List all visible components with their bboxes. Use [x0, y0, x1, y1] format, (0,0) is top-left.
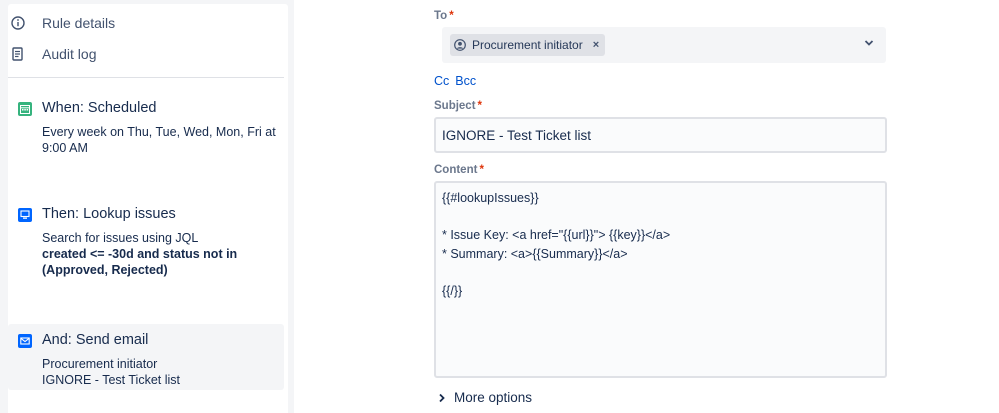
to-recipients-select[interactable]: Procurement initiator × — [442, 27, 886, 63]
sidebar: Rule details Audit log When: Scheduled E… — [0, 0, 294, 413]
rule-step-trigger[interactable]: When: Scheduled Every week on Thu, Tue, … — [8, 92, 284, 162]
subject-input[interactable] — [434, 117, 887, 153]
email-icon — [18, 334, 32, 348]
content-label: Content * — [434, 164, 484, 176]
user-icon — [454, 39, 466, 51]
recipient-chip-label: Procurement initiator — [472, 38, 583, 52]
rule-step-recipient: Procurement initiator — [42, 357, 158, 371]
to-label: To * — [434, 10, 454, 22]
document-icon — [10, 46, 26, 62]
required-mark: * — [477, 100, 483, 112]
bcc-link[interactable]: Bcc — [455, 74, 476, 88]
rule-step-subject: IGNORE - Test Ticket list — [42, 373, 180, 387]
nav-divider — [8, 77, 284, 78]
rule-step-lookup-issues[interactable]: Then: Lookup issues Search for issues us… — [8, 198, 284, 284]
recipient-chip: Procurement initiator × — [450, 34, 606, 56]
required-mark: * — [479, 164, 484, 176]
info-icon — [10, 15, 26, 31]
required-mark: * — [449, 10, 454, 22]
content-textarea[interactable]: {{#lookupIssues}} * Issue Key: <a href="… — [434, 181, 887, 378]
nav-rule-details-label: Rule details — [42, 15, 116, 31]
rule-step-description: Every week on Thu, Tue, Wed, Mon, Fri at… — [42, 125, 276, 155]
chevron-right-icon — [438, 393, 446, 403]
rule-step-send-email[interactable]: And: Send email Procurement initiator IG… — [8, 324, 284, 390]
rule-step-description-text: Search for issues using JQL — [42, 231, 199, 245]
nav-audit-log-label: Audit log — [42, 46, 97, 62]
rule-step-description: Procurement initiator IGNORE - Test Tick… — [42, 356, 276, 388]
rule-step-title: And: Send email — [42, 332, 149, 348]
rule-step-jql: created <= -30d and status not in (Appro… — [42, 247, 238, 277]
chevron-down-icon[interactable] — [864, 39, 874, 47]
subject-label: Subject * — [434, 100, 483, 112]
cc-link[interactable]: Cc — [434, 74, 449, 88]
more-options-label: More options — [454, 390, 533, 405]
calendar-icon — [18, 102, 32, 116]
remove-recipient-button[interactable]: × — [591, 39, 601, 51]
more-options-toggle[interactable]: More options — [438, 390, 532, 405]
rule-step-description: Search for issues using JQL created <= -… — [42, 230, 276, 278]
rule-step-title: Then: Lookup issues — [42, 206, 176, 222]
nav-rule-details[interactable]: Rule details — [10, 15, 115, 31]
rule-step-title: When: Scheduled — [42, 100, 157, 116]
lookup-issues-icon — [18, 208, 32, 222]
cc-bcc-links: Cc Bcc — [434, 74, 482, 88]
nav-audit-log[interactable]: Audit log — [10, 46, 96, 62]
